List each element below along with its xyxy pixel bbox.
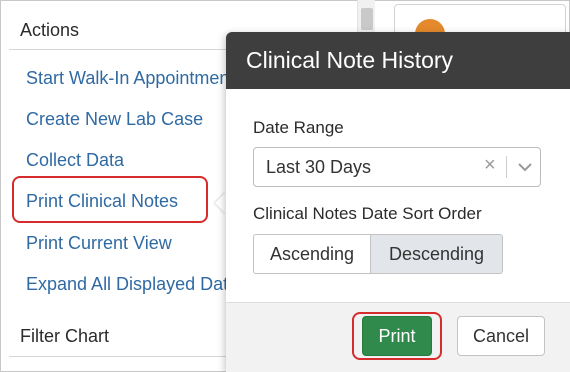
action-collect-data[interactable]: Collect Data	[26, 150, 124, 171]
chevron-down-icon[interactable]	[516, 156, 534, 183]
dialog-title: Clinical Note History	[246, 47, 454, 73]
cancel-button[interactable]: Cancel	[457, 316, 545, 356]
date-range-value: Last 30 Days	[266, 157, 372, 177]
actions-heading: Actions	[20, 20, 80, 40]
dialog-header: Clinical Note History	[226, 32, 570, 89]
select-separator	[506, 156, 507, 178]
action-start-walk-in-appointment[interactable]: Start Walk-In Appointment	[26, 68, 234, 89]
highlight-print-clinical-notes	[12, 176, 208, 223]
action-expand-all-displayed-data[interactable]: Expand All Displayed Data	[26, 274, 238, 295]
filter-chart-heading: Filter Chart	[20, 326, 110, 346]
date-range-select[interactable]: Last 30 Days ×	[253, 147, 541, 187]
scrollbar-thumb[interactable]	[361, 8, 373, 30]
clear-icon[interactable]: ×	[484, 154, 496, 177]
sort-order-label: Clinical Notes Date Sort Order	[253, 204, 482, 223]
sort-descending-button[interactable]: Descending	[371, 234, 503, 274]
popover-arrow	[215, 192, 226, 214]
date-range-label: Date Range	[253, 118, 344, 137]
sort-ascending-button[interactable]: Ascending	[253, 234, 371, 274]
highlight-print-button	[352, 312, 442, 360]
action-print-current-view[interactable]: Print Current View	[26, 233, 172, 254]
action-create-new-lab-case[interactable]: Create New Lab Case	[26, 109, 203, 130]
